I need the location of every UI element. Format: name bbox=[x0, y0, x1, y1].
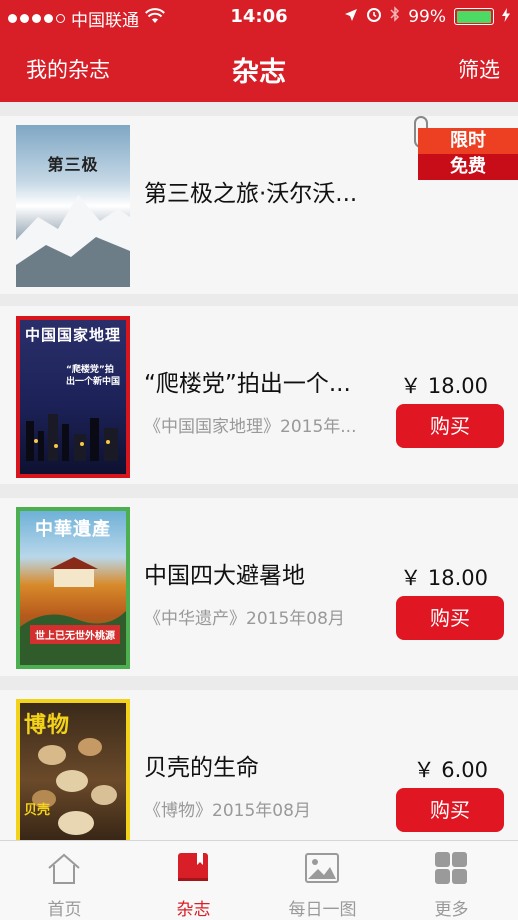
alarm-icon bbox=[366, 6, 382, 27]
magazine-item[interactable]: 中国国家地理 “爬楼党”拍出一个新中国 “爬楼党”拍出一个... 《中国国家地理… bbox=[0, 306, 518, 484]
price-label: ￥ 18.00 bbox=[400, 374, 488, 398]
limited-free-badge: 限时 免费 bbox=[414, 116, 518, 182]
my-magazines-button[interactable]: 我的杂志 bbox=[26, 54, 110, 84]
cover-tagline: “爬楼党”拍出一个新中国 bbox=[66, 365, 121, 387]
battery-fill bbox=[456, 10, 492, 23]
location-icon bbox=[344, 7, 358, 27]
filter-button[interactable]: 筛选 bbox=[458, 54, 500, 84]
cover-title: 博物 bbox=[24, 712, 71, 738]
grid-icon bbox=[435, 852, 467, 884]
magazine-cover[interactable]: 中華遺產 世上已无世外桃源 bbox=[16, 507, 130, 669]
cover-title: 第三极 bbox=[47, 155, 99, 174]
magazine-title: 贝壳的生命 bbox=[144, 755, 259, 781]
magazine-cover[interactable]: 中国国家地理 “爬楼党”拍出一个新中国 bbox=[16, 316, 130, 478]
magazine-title: 中国四大避暑地 bbox=[144, 563, 305, 589]
tab-label: 每日一图 bbox=[288, 900, 357, 920]
tab-magazines[interactable]: 杂志 bbox=[129, 841, 258, 920]
status-right: 99% bbox=[344, 6, 510, 27]
cover-title: 中華遺產 bbox=[35, 519, 111, 540]
price-label: ￥ 6.00 bbox=[413, 758, 488, 782]
charging-icon bbox=[502, 7, 510, 27]
book-icon bbox=[178, 853, 208, 881]
magazine-title: 第三极之旅·沃尔沃... bbox=[144, 181, 358, 207]
tab-label: 首页 bbox=[47, 900, 82, 920]
status-bar: 中国联通 14:06 99% bbox=[0, 0, 518, 36]
magazine-item[interactable]: 博物 贝壳 贝壳的生命 《博物》2015年08月 ￥ 6.00 购买 bbox=[0, 690, 518, 840]
magazine-subtitle: 《博物》2015年08月 bbox=[144, 801, 311, 821]
cover-tagline: 世上已无世外桃源 bbox=[30, 625, 120, 644]
tab-daily-picture[interactable]: 每日一图 bbox=[258, 841, 387, 920]
badge-line-1: 限时 bbox=[418, 128, 518, 154]
price-label: ￥ 18.00 bbox=[400, 566, 488, 590]
buy-button[interactable]: 购买 bbox=[396, 404, 504, 448]
magazine-subtitle: 《中国国家地理》2015年... bbox=[144, 417, 357, 437]
battery-percent: 99% bbox=[408, 6, 446, 27]
magazine-item[interactable]: 第三极 第三极之旅·沃尔沃... 限时 免费 bbox=[0, 116, 518, 294]
magazine-subtitle: 《中华遗产》2015年08月 bbox=[144, 609, 345, 629]
buy-button[interactable]: 购买 bbox=[396, 596, 504, 640]
home-icon bbox=[48, 853, 80, 884]
cover-title: 中国国家地理 bbox=[24, 326, 121, 344]
tab-bar: 首页 杂志 每日一图 更多 bbox=[0, 840, 518, 920]
tab-more[interactable]: 更多 bbox=[387, 841, 516, 920]
nav-bar: 我的杂志 杂志 筛选 bbox=[0, 36, 518, 102]
magazine-item[interactable]: 中華遺產 世上已无世外桃源 中国四大避暑地 《中华遗产》2015年08月 ￥ 1… bbox=[0, 498, 518, 676]
cover-tagline: 贝壳 bbox=[24, 803, 51, 818]
tab-home[interactable]: 首页 bbox=[0, 841, 129, 920]
tab-label: 杂志 bbox=[176, 900, 211, 920]
magazine-title: “爬楼党”拍出一个... bbox=[144, 371, 351, 397]
magazine-cover[interactable]: 博物 贝壳 bbox=[16, 699, 130, 840]
bluetooth-icon bbox=[390, 6, 400, 27]
battery-icon bbox=[454, 8, 494, 25]
buy-button[interactable]: 购买 bbox=[396, 788, 504, 832]
magazine-list[interactable]: 第三极 第三极之旅·沃尔沃... 限时 免费 中国国家地理 “爬楼党”拍出一个新… bbox=[0, 104, 518, 840]
picture-icon bbox=[305, 853, 339, 883]
tab-label: 更多 bbox=[434, 900, 469, 920]
magazine-cover[interactable]: 第三极 bbox=[16, 125, 130, 287]
badge-line-2: 免费 bbox=[418, 154, 518, 180]
